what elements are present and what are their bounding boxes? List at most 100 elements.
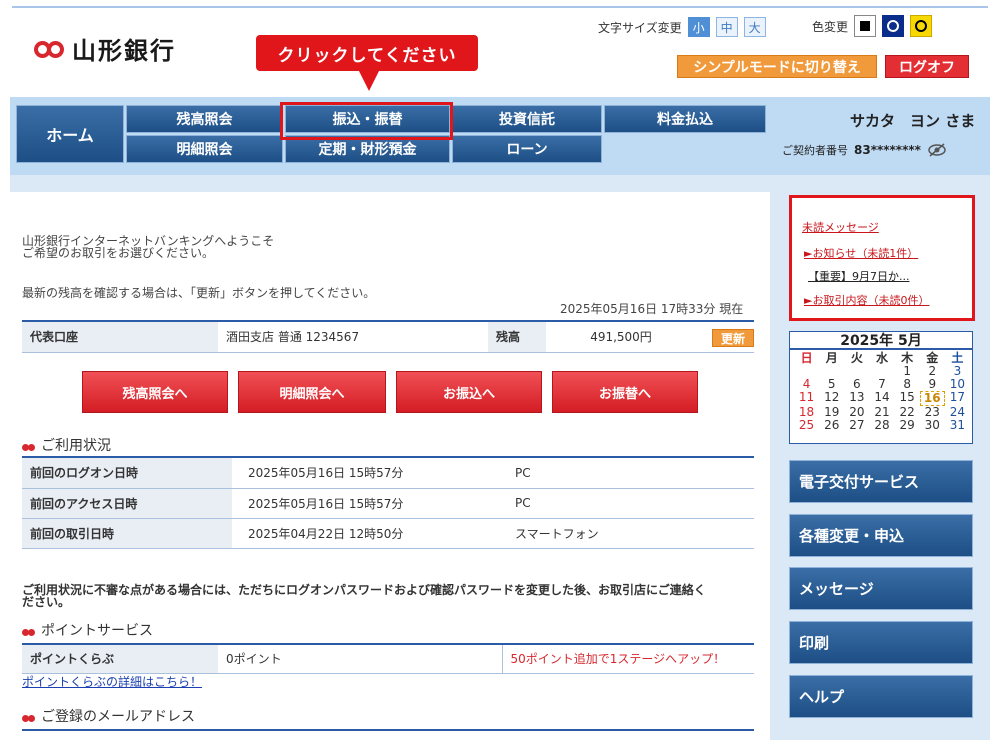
calendar-day[interactable]: 14 — [869, 391, 894, 406]
calendar-day[interactable]: 30 — [920, 419, 945, 432]
font-size-small-button[interactable]: 小 — [687, 17, 710, 37]
color-change-label: 色変更 — [812, 19, 849, 34]
points-section-title: ポイントサービス — [22, 620, 153, 640]
calendar-day[interactable]: 9 — [920, 378, 945, 391]
bank-logo[interactable]: 山形銀行 — [34, 31, 176, 66]
points-value: 0ポイント — [218, 645, 502, 674]
notices-link[interactable]: ►お知らせ（未読1件） — [804, 245, 918, 261]
points-detail-link[interactable]: ポイントくらぶの詳細はこちら！ — [22, 676, 202, 689]
font-size-control: 文字サイズ変更 小 中 大 — [598, 17, 766, 37]
print-button[interactable]: 印刷 — [789, 621, 973, 664]
calendar: 2025年 5月 日月火水木金土 1 2 3 4 5 6 7 8 9 10 11 12 13 14 15 16 1… — [789, 331, 973, 444]
usage-device: スマートフォン — [507, 518, 754, 549]
top-divider — [12, 6, 988, 8]
contract-number-row: ご契約者番号 83******** — [782, 142, 947, 158]
calendar-day[interactable]: 29 — [895, 419, 920, 432]
calendar-weekday: 水 — [875, 351, 888, 365]
email-title-text: ご登録のメールアドレス — [41, 709, 195, 725]
balance-inquiry-button[interactable]: 残高照会へ — [82, 371, 228, 413]
color-blue-button[interactable] — [882, 15, 905, 37]
nav-loan[interactable]: ローン — [452, 135, 602, 163]
usage-device: PC — [507, 458, 754, 489]
as-of-timestamp: 2025年05月16日 17時33分 現在 — [560, 302, 744, 316]
account-table: 代表口座 酒田支店 普通 1234567 残高 491,500円 — [22, 322, 754, 353]
transfer-button[interactable]: お振込へ — [396, 371, 542, 413]
calendar-day[interactable]: 28 — [869, 419, 894, 432]
update-button[interactable]: 更新 — [712, 329, 754, 347]
calendar-day[interactable]: 25 — [794, 419, 819, 432]
usage-label: 前回のアクセス日時 — [22, 488, 232, 519]
usage-device: PC — [507, 488, 754, 519]
calendar-day[interactable]: 16 — [919, 391, 945, 406]
welcome-line2: ご希望のお取引をお選びください。 — [22, 246, 215, 260]
cherry-logo-icon — [34, 37, 66, 61]
nav-home[interactable]: ホーム — [16, 105, 124, 163]
calendar-day[interactable]: 31 — [945, 419, 970, 432]
notice-item-link[interactable]: 【重要】9月7日か... — [808, 268, 910, 284]
color-change-control: 色変更 — [812, 15, 933, 37]
nav-balance-inquiry[interactable]: 残高照会 — [126, 105, 283, 133]
calendar-weekday: 日 — [800, 351, 813, 365]
font-size-label: 文字サイズ変更 — [598, 20, 682, 35]
e-delivery-button[interactable]: 電子交付サービス — [789, 460, 973, 503]
calendar-day[interactable]: 12 — [819, 391, 844, 406]
calendar-day[interactable]: 27 — [844, 419, 869, 432]
warning-line1: ご利用状況に不審な点がある場合には、ただちにログオンパスワードおよび確認パスワー… — [22, 583, 706, 597]
usage-datetime: 2025年05月16日 15時57分 — [232, 458, 507, 489]
cherry-icon — [22, 710, 36, 722]
table-row: 前回のアクセス日時 2025年05月16日 15時57分 PC — [22, 488, 754, 519]
points-title-text: ポイントサービス — [41, 623, 153, 639]
click-here-callout: クリックしてください — [256, 35, 478, 91]
cherry-icon — [22, 439, 36, 451]
nav-statement[interactable]: 明細照会 — [126, 135, 283, 163]
usage-datetime: 2025年05月16日 15時57分 — [232, 488, 507, 519]
calendar-day[interactable]: 13 — [844, 391, 869, 406]
transactions-link[interactable]: ►お取引内容（未読0件） — [804, 292, 929, 308]
logoff-button[interactable]: ログオフ — [885, 55, 969, 78]
calendar-weekday: 火 — [850, 351, 863, 365]
user-name: サカタ ヨン さま — [850, 112, 976, 130]
points-table: ポイントくらぶ 0ポイント 50ポイント追加で1ステージへアップ！ — [22, 645, 754, 674]
contract-number: 83******** — [854, 143, 921, 157]
account-branch: 酒田支店 普通 1234567 — [218, 322, 488, 353]
warning-line2: ださい。 — [22, 595, 71, 609]
table-row: 前回のログオン日時 2025年05月16日 15時57分 PC — [22, 458, 754, 489]
nav-investment-trust[interactable]: 投資信託 — [452, 105, 602, 133]
points-label: ポイントくらぶ — [22, 645, 218, 674]
font-size-medium-button[interactable]: 中 — [715, 17, 738, 37]
table-row: ポイントくらぶ 0ポイント 50ポイント追加で1ステージへアップ！ — [22, 645, 754, 674]
email-section-title: ご登録のメールアドレス — [22, 706, 195, 726]
changes-applications-button[interactable]: 各種変更・申込 — [789, 514, 973, 557]
calendar-day[interactable]: 17 — [945, 391, 970, 406]
calendar-day[interactable]: 11 — [794, 391, 819, 406]
calendar-day[interactable]: 15 — [895, 391, 920, 406]
points-promo: 50ポイント追加で1ステージへアップ！ — [501, 645, 754, 674]
usage-label: 前回のログオン日時 — [22, 458, 232, 489]
email-top-line — [22, 729, 754, 731]
usage-section-title: ご利用状況 — [22, 435, 111, 455]
account-transfer-button[interactable]: お振替へ — [552, 371, 698, 413]
table-row: 前回の取引日時 2025年04月22日 12時50分 スマートフォン — [22, 518, 754, 549]
usage-label: 前回の取引日時 — [22, 518, 232, 549]
statement-inquiry-button[interactable]: 明細照会へ — [238, 371, 386, 413]
account-label: 代表口座 — [22, 322, 218, 353]
cherry-icon — [22, 624, 36, 636]
simple-mode-button[interactable]: シンプルモードに切り替え — [677, 55, 877, 78]
calendar-weekday: 月 — [825, 351, 838, 365]
calendar-day[interactable]: 26 — [819, 419, 844, 432]
font-size-large-button[interactable]: 大 — [743, 17, 766, 37]
table-row: 代表口座 酒田支店 普通 1234567 残高 491,500円 — [22, 322, 754, 353]
unread-messages-box: 未読メッセージ ►お知らせ（未読1件） 【重要】9月7日か... ►お取引内容（… — [789, 195, 975, 321]
color-white-button[interactable] — [854, 15, 877, 37]
usage-datetime: 2025年04月22日 12時50分 — [232, 518, 507, 549]
color-yellow-button[interactable] — [910, 15, 933, 37]
usage-title-text: ご利用状況 — [41, 438, 111, 454]
balance-value: 491,500円 — [546, 322, 696, 353]
eye-slash-icon[interactable] — [927, 143, 947, 157]
nav-payment[interactable]: 料金払込 — [604, 105, 766, 133]
transfer-highlight-box — [280, 102, 453, 140]
help-button[interactable]: ヘルプ — [789, 675, 973, 718]
unread-messages-link[interactable]: 未読メッセージ — [802, 219, 879, 235]
calendar-grid: 日月火水木金土 1 2 3 4 5 6 7 8 9 10 11 12 13 14 15 16 17 18 19 20 21… — [794, 352, 970, 432]
messages-button[interactable]: メッセージ — [789, 567, 973, 610]
